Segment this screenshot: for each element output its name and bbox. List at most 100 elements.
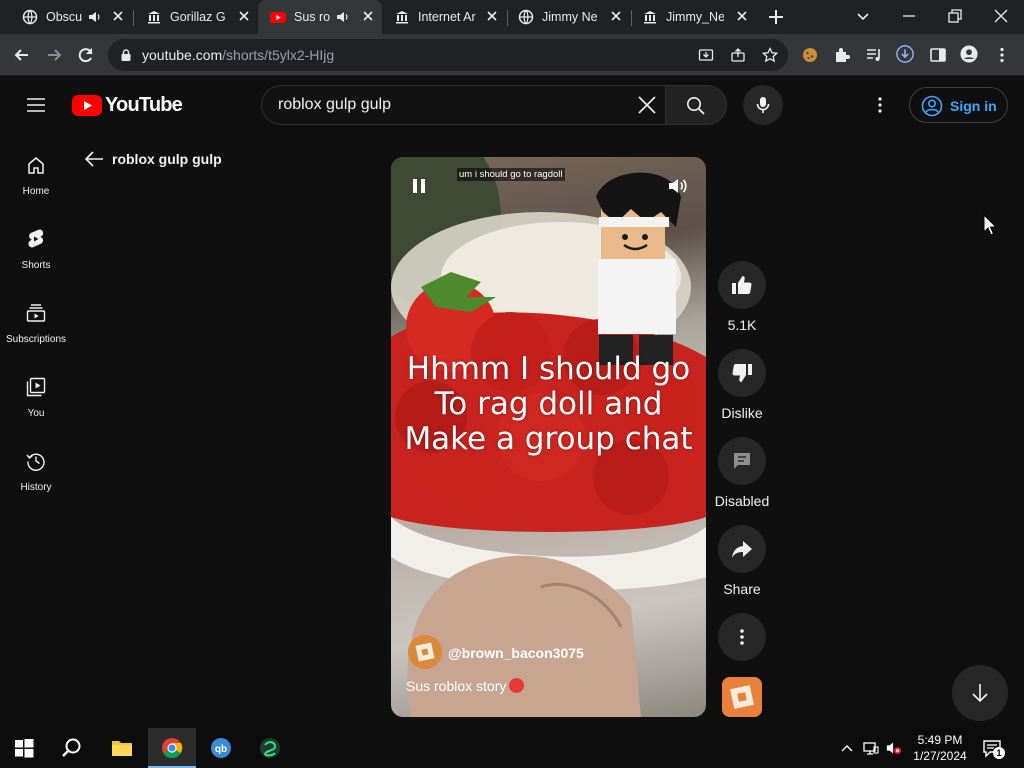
- chrome-icon: [162, 738, 183, 759]
- tab-title: Gorillaz Go: [170, 10, 226, 24]
- restore-icon[interactable]: [945, 6, 965, 26]
- more-options-button[interactable]: [718, 613, 766, 661]
- system-clock[interactable]: 5:49 PM 1/27/2024: [906, 732, 974, 764]
- reload-icon[interactable]: [76, 45, 96, 65]
- browser-menu-icon[interactable]: [993, 46, 1011, 64]
- new-tab-button[interactable]: [766, 7, 786, 27]
- like-button[interactable]: [718, 261, 766, 309]
- back-arrow-icon: [84, 151, 103, 167]
- nav-item-home[interactable]: Home: [0, 155, 72, 229]
- settings-more-icon[interactable]: [870, 95, 890, 115]
- nav-item-history[interactable]: History: [0, 451, 72, 525]
- windows-logo-icon: [15, 739, 34, 758]
- dislike-label: Dislike: [721, 405, 763, 421]
- browser-tab-4[interactable]: Internet Ar: [382, 0, 506, 34]
- share-page-icon[interactable]: [730, 47, 746, 63]
- forward-arrow-icon[interactable]: [44, 45, 64, 65]
- browser-tab-3-active[interactable]: Sus ro: [258, 0, 382, 34]
- search-button[interactable]: [665, 85, 727, 125]
- share-label: Share: [723, 581, 761, 597]
- close-icon[interactable]: [608, 8, 624, 24]
- close-icon[interactable]: [484, 8, 500, 24]
- clear-search-icon[interactable]: [637, 95, 657, 115]
- youtube-logo[interactable]: YouTube: [72, 94, 183, 116]
- cookie-extension-icon[interactable]: [801, 46, 819, 64]
- speaker-icon: [89, 12, 100, 22]
- close-window-icon[interactable]: [991, 6, 1011, 26]
- library-icon: [26, 377, 46, 397]
- nav-label: History: [20, 482, 52, 493]
- close-icon[interactable]: [110, 8, 126, 24]
- archive-icon: [396, 11, 408, 24]
- channel-avatar[interactable]: [408, 635, 442, 669]
- pause-icon[interactable]: [410, 177, 428, 195]
- nav-label: Home: [22, 186, 50, 197]
- nav-item-shorts[interactable]: Shorts: [0, 229, 72, 303]
- short-video-player[interactable]: um i should go to ragdoll Hhmm I should …: [391, 157, 706, 717]
- lock-icon[interactable]: [119, 48, 133, 62]
- microphone-icon: [756, 97, 770, 113]
- profile-icon[interactable]: [960, 45, 978, 63]
- address-bar[interactable]: youtube.com/shorts/t5ylx2-HIjg: [108, 39, 788, 71]
- browser-toolbar: youtube.com/shorts/t5ylx2-HIjg: [0, 34, 1024, 76]
- media-control-icon[interactable]: [865, 46, 883, 64]
- start-button[interactable]: [0, 728, 48, 768]
- side-panel-icon[interactable]: [929, 46, 947, 64]
- bookmark-star-icon[interactable]: [762, 47, 778, 63]
- search-input[interactable]: [278, 96, 618, 114]
- next-video-button[interactable]: [952, 665, 1008, 721]
- menu-icon[interactable]: [26, 95, 46, 115]
- close-icon[interactable]: [734, 8, 750, 24]
- top-caption: um i should go to ragdoll: [457, 168, 565, 181]
- dislike-button[interactable]: [718, 349, 766, 397]
- browser-tab-strip: Obscu Gorillaz Go Sus ro Internet Ar Jim…: [0, 0, 1024, 34]
- extensions-puzzle-icon[interactable]: [833, 46, 851, 64]
- taskbar-app[interactable]: [246, 728, 294, 768]
- volume-muted-icon[interactable]: [886, 740, 902, 756]
- tab-search-icon[interactable]: [853, 6, 873, 26]
- minimize-icon[interactable]: [899, 6, 919, 26]
- voice-search-button[interactable]: [743, 85, 783, 125]
- taskbar-qbittorrent[interactable]: qb: [197, 728, 245, 768]
- home-icon: [28, 157, 44, 174]
- globe-icon: [518, 9, 534, 25]
- comments-button[interactable]: [718, 437, 766, 485]
- share-button[interactable]: [718, 525, 766, 573]
- close-icon[interactable]: [236, 8, 252, 24]
- notification-center-button[interactable]: 1: [982, 738, 1005, 759]
- install-app-icon[interactable]: [698, 47, 714, 63]
- tab-title: Obscu: [46, 10, 83, 24]
- taskbar-file-explorer[interactable]: [98, 728, 146, 768]
- download-icon[interactable]: [896, 45, 914, 63]
- nav-item-subscriptions[interactable]: Subscriptions: [0, 303, 72, 377]
- browser-tab-6[interactable]: Jimmy_Ne: [632, 0, 756, 34]
- show-hidden-icons-icon[interactable]: [839, 740, 855, 756]
- taskbar-chrome[interactable]: [148, 728, 196, 768]
- taskbar-search[interactable]: [48, 728, 96, 768]
- nav-label: You: [27, 408, 45, 419]
- overlay-line-3: Make a group chat: [404, 421, 693, 457]
- sign-in-button[interactable]: Sign in: [909, 87, 1008, 123]
- sign-in-label: Sign in: [950, 98, 997, 114]
- clock-time: 5:49 PM: [917, 733, 963, 747]
- search-icon: [687, 97, 705, 115]
- url-text: youtube.com/shorts/t5ylx2-HIjg: [142, 47, 334, 63]
- volume-icon[interactable]: [667, 175, 689, 197]
- tab-title: Internet Ar: [418, 10, 476, 24]
- url-host: youtube.com: [142, 47, 223, 63]
- close-icon[interactable]: [360, 8, 376, 24]
- history-icon: [26, 453, 45, 471]
- nav-item-you[interactable]: You: [0, 377, 72, 451]
- browser-tab-2[interactable]: Gorillaz Go: [134, 0, 258, 34]
- globe-icon: [22, 9, 38, 25]
- sound-thumbnail[interactable]: [722, 677, 762, 717]
- browser-tab-1[interactable]: Obscu: [4, 0, 132, 34]
- url-path: /shorts/t5ylx2-HIjg: [222, 47, 335, 63]
- mouse-cursor-icon: [983, 214, 997, 236]
- back-link-label: roblox gulp gulp: [112, 151, 222, 167]
- back-arrow-icon[interactable]: [12, 45, 32, 65]
- channel-handle[interactable]: @brown_bacon3075: [448, 645, 584, 661]
- network-icon[interactable]: [863, 740, 879, 756]
- overlay-text: Hhmm I should go To rag doll and Make a …: [391, 352, 706, 457]
- browser-tab-5[interactable]: Jimmy Ne: [508, 0, 630, 34]
